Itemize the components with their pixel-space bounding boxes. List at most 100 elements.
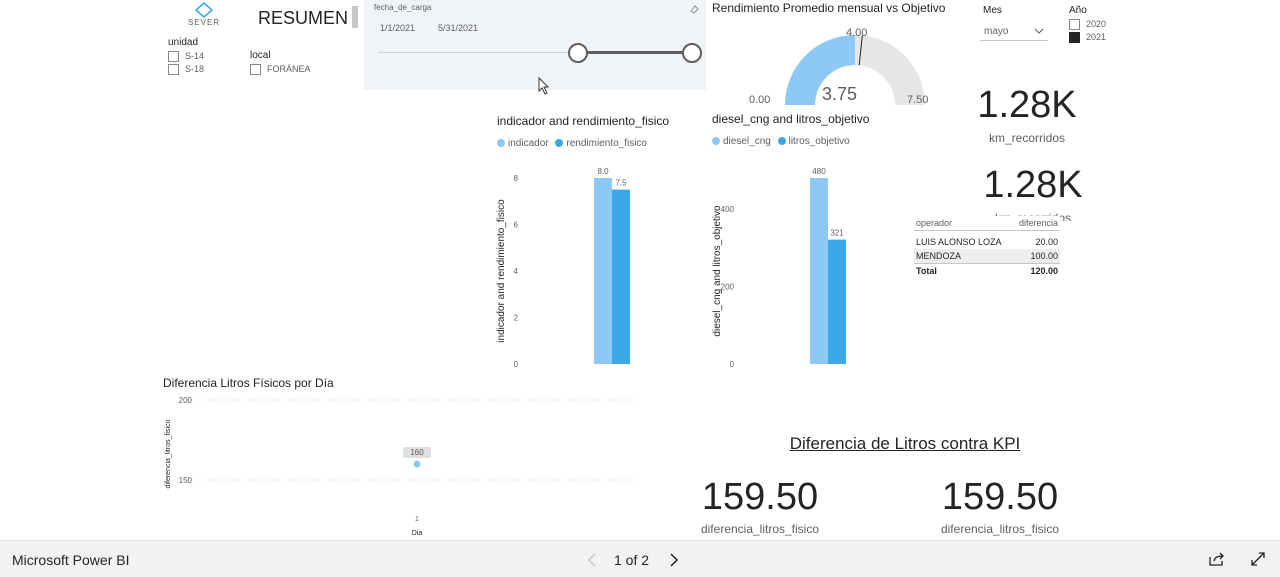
unidad-option[interactable]: S-14 (168, 51, 204, 63)
chevron-down-icon (1034, 28, 1044, 34)
local-slicer: local FORÁNEA (250, 50, 311, 76)
mes-selected: mayo (984, 26, 1009, 37)
mes-label: Mes (983, 5, 1002, 16)
y-axis-label: diferencia_litros_fisico (165, 419, 172, 488)
kpi-title: Diferencia de Litros contra KPI (789, 434, 1021, 453)
x-axis-label: Dia (412, 530, 423, 537)
chart2-legend: diesel_cng litros_objetivo (712, 136, 850, 147)
legend-dot (777, 137, 786, 146)
chart2-title: diesel_cng and litros_objetivo (712, 112, 870, 126)
y-axis-label: diesel_cng and litros_objetivo (712, 205, 723, 337)
anio-option[interactable]: 2020 (1069, 19, 1106, 31)
table-header-diferencia[interactable]: diferencia (1012, 216, 1060, 231)
y-tick-label: 400 (721, 205, 735, 214)
operators-table: operador diferencia LUIS ALONSO LOZA 20.… (914, 216, 1060, 278)
chevron-left-icon[interactable] (586, 552, 598, 568)
gauge-target-label: 4.00 (846, 27, 868, 39)
legend-label: litros_objetivo (788, 136, 850, 147)
y-tick-label: 8 (514, 174, 519, 183)
bar (828, 239, 846, 364)
km-kpi-label: km_recorridos (988, 131, 1066, 145)
anio-label: Año (1069, 5, 1087, 16)
anio-slicer: Año 2020 2021 (1069, 5, 1106, 44)
checkbox[interactable] (168, 51, 179, 63)
unidad-slicer: unidad S-14 S-18 (168, 37, 204, 76)
unidad-option[interactable]: S-18 (168, 64, 204, 76)
chart2-plot: diesel_cng and litros_objetivo 0 200 400 480… (712, 167, 846, 369)
chart1-plot: indicador and rendimiento_fisico 0 2 4 6 8 8.0… (496, 167, 630, 369)
data-label: 8.0 (597, 167, 609, 176)
fullscreen-icon[interactable] (1250, 551, 1266, 567)
km-kpi-value: 1.28K (977, 84, 1077, 126)
table-total-row: Total 120.00 (914, 263, 1060, 278)
footer-bar: Microsoft Power BI 1 of 2 (0, 540, 1280, 577)
data-label: 321 (830, 229, 844, 238)
checkbox[interactable] (250, 64, 261, 76)
mes-dropdown[interactable]: mayo (980, 22, 1048, 41)
gauge-max: 7.50 (907, 94, 929, 106)
date-handle-end[interactable] (682, 43, 702, 63)
chart1-title: indicador and rendimiento_fisico (497, 114, 670, 128)
legend-label: indicador (508, 138, 549, 149)
y-tick-label: 0 (730, 360, 735, 369)
dif-kpi-label: diferencia_litros_fisico (700, 522, 820, 536)
date-end[interactable]: 5/31/2021 (438, 23, 478, 33)
y-axis-label: indicador and rendimiento_fisico (496, 199, 507, 343)
dif-kpi-value: 159.50 (941, 476, 1059, 518)
y-tick-label: 0 (514, 360, 519, 369)
y-tick-label: 150 (179, 476, 193, 485)
mouse-cursor-icon (538, 77, 550, 95)
logo-icon (194, 2, 214, 18)
legend-label: rendimiento_fisico (566, 138, 647, 149)
chart3-title: Diferencia Litros Físicos por Día (163, 376, 334, 390)
bar (612, 189, 630, 364)
date-slicer: fecha_de_carga 1/1/2021 5/31/2021 (364, 0, 706, 90)
legend-dot (497, 139, 505, 148)
date-handle-start[interactable] (568, 43, 588, 63)
legend-dot (712, 137, 720, 146)
km-kpi-value: 1.28K (983, 164, 1083, 206)
table-header-operador[interactable]: operador (914, 216, 1013, 231)
title-divider (352, 6, 358, 28)
local-option[interactable]: FORÁNEA (250, 64, 311, 76)
checkbox[interactable] (1069, 19, 1080, 31)
y-tick-label: 4 (514, 267, 519, 276)
y-tick-label: 2 (514, 314, 519, 323)
legend-label: diesel_cng (723, 136, 771, 147)
anio-option[interactable]: 2021 (1069, 32, 1106, 44)
share-icon[interactable] (1208, 551, 1226, 567)
dif-kpi-value: 159.50 (701, 476, 819, 518)
table-header-row: operador diferencia (914, 216, 1060, 231)
date-start[interactable]: 1/1/2021 (380, 23, 415, 33)
y-tick-label: 6 (514, 221, 519, 230)
point-label: 160 (410, 448, 424, 457)
logo-text: SEVER (187, 18, 221, 27)
date-slicer-label: fecha_de_carga (374, 3, 432, 12)
data-label: 480 (812, 167, 826, 176)
legend-dot (555, 139, 564, 148)
page-indicator: 1 of 2 (614, 552, 650, 568)
page-title: RESUMEN (258, 8, 349, 28)
y-tick-label: 200 (721, 283, 735, 292)
local-label: local (250, 50, 271, 61)
table-row[interactable]: MENDOZA 100.00 (914, 249, 1060, 264)
x-tick-label: 1 (415, 516, 419, 523)
gauge-value: 3.75 (822, 84, 858, 104)
chevron-right-icon[interactable] (668, 552, 680, 568)
scatter-point (413, 460, 421, 468)
y-tick-label: 200 (179, 396, 193, 405)
gauge-title: Rendimiento Promedio mensual vs Objetivo (712, 1, 946, 15)
data-label: 7.5 (615, 179, 627, 188)
checkbox-checked[interactable] (1069, 32, 1080, 44)
gauge-min: 0.00 (749, 94, 771, 106)
checkbox[interactable] (168, 64, 179, 76)
eraser-icon[interactable] (689, 4, 699, 14)
date-range-fill (578, 51, 692, 54)
dif-kpi-label: diferencia_litros_fisico (940, 522, 1060, 536)
logo: SEVER (184, 2, 224, 30)
chart1-legend: indicador rendimiento_fisico (497, 138, 647, 149)
bar (810, 178, 828, 364)
chart3-plot: diferencia_litros_fisico 150 200 160 1 Dia (165, 396, 635, 537)
unidad-label: unidad (168, 37, 199, 48)
table-row[interactable]: LUIS ALONSO LOZA 20.00 (914, 231, 1060, 250)
